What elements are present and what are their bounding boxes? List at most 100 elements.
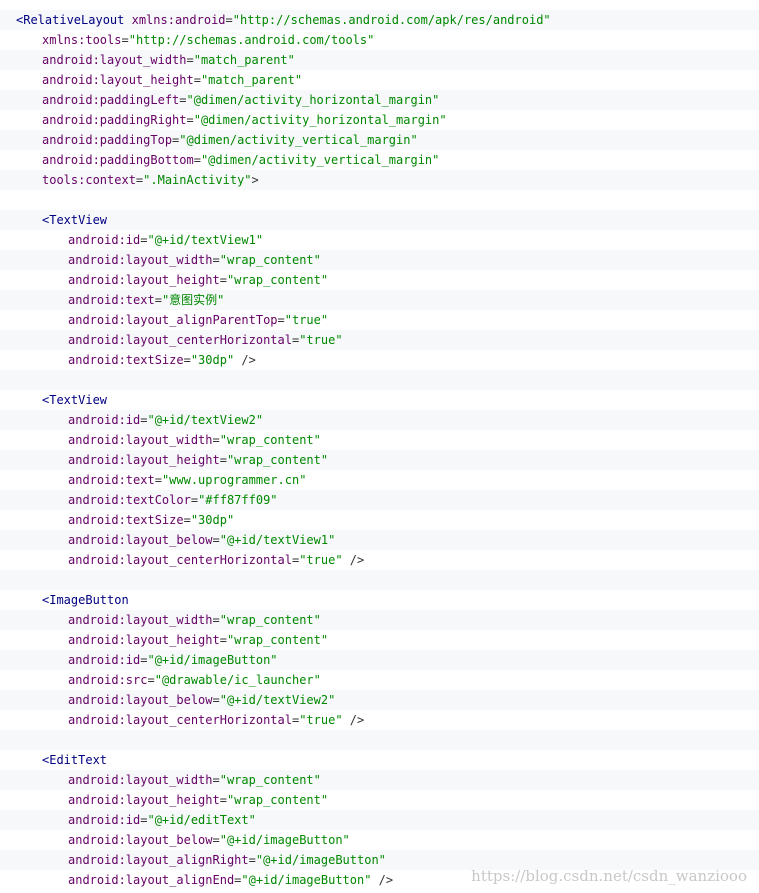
code-line: android:layout_below="@+id/textView1": [0, 530, 759, 550]
code-line: android:layout_alignParentTop="true": [0, 310, 759, 330]
xml-value: "@drawable/ic_launcher": [154, 673, 321, 687]
code-lines: <RelativeLayout xmlns:android="http://sc…: [0, 10, 759, 890]
code-line: android:paddingLeft="@dimen/activity_hor…: [0, 90, 759, 110]
xml-attribute: android:layout_width: [68, 433, 213, 447]
xml-value: "30dp": [190, 353, 235, 367]
xml-attribute: android:id: [68, 233, 141, 247]
xml-attribute: android:id: [68, 413, 141, 427]
code-line: android:layout_height="wrap_content": [0, 790, 759, 810]
code-line: android:layout_width="wrap_content": [0, 250, 759, 270]
xml-attribute: android:layout_centerHorizontal: [68, 333, 292, 347]
xml-attribute: android:textSize: [68, 353, 184, 367]
code-line: android:layout_height="wrap_content": [0, 630, 759, 650]
xml-value: "@+id/imageButton": [255, 853, 386, 867]
xml-value: "@+id/editText": [147, 813, 256, 827]
code-line: android:layout_height="wrap_content": [0, 450, 759, 470]
xml-attribute: android:layout_centerHorizontal: [68, 553, 292, 567]
code-line: android:id="@+id/imageButton": [0, 650, 759, 670]
xml-attribute: android:layout_width: [42, 53, 187, 67]
code-line: android:paddingTop="@dimen/activity_vert…: [0, 130, 759, 150]
code-line: android:id="@+id/textView1": [0, 230, 759, 250]
xml-attribute: android:src: [68, 673, 148, 687]
xml-attribute: android:layout_below: [68, 833, 213, 847]
xml-value: "www.uprogrammer.cn": [161, 473, 307, 487]
xml-value: "wrap_content": [226, 273, 329, 287]
code-line: android:textColor="#ff87ff09": [0, 490, 759, 510]
code-line: android:textSize="30dp": [0, 510, 759, 530]
code-line: android:paddingBottom="@dimen/activity_v…: [0, 150, 759, 170]
code-line: android:text="意图实例": [0, 290, 759, 310]
xml-punctuation: />: [234, 353, 256, 367]
xml-attribute: android:textSize: [68, 513, 184, 527]
xml-value: "wrap_content": [219, 433, 321, 447]
xml-value: "@dimen/activity_vertical_margin": [179, 133, 418, 147]
xml-value: "http://schemas.android.com/tools": [128, 33, 375, 47]
code-line: android:layout_width="match_parent": [0, 50, 759, 70]
code-line: <ImageButton: [0, 590, 759, 610]
xml-value: "wrap_content": [219, 253, 321, 267]
xml-attribute: xmlns:tools: [42, 33, 122, 47]
code-line: android:layout_centerHorizontal="true": [0, 330, 759, 350]
xml-tag: <ImageButton: [42, 593, 129, 607]
code-line: [0, 730, 759, 750]
xml-tag: <TextView: [42, 393, 108, 407]
code-line: [0, 190, 759, 210]
xml-value: "wrap_content": [219, 613, 321, 627]
xml-punctuation: />: [342, 713, 365, 727]
code-line: android:layout_width="wrap_content": [0, 430, 759, 450]
code-line: <TextView: [0, 210, 759, 230]
xml-attribute: android:layout_below: [68, 533, 213, 547]
xml-tag: <EditText: [42, 753, 108, 767]
xml-attribute: android:layout_height: [42, 73, 194, 87]
code-line: android:layout_below="@+id/imageButton": [0, 830, 759, 850]
xml-attribute: android:layout_height: [68, 273, 220, 287]
xml-value: "match_parent": [193, 53, 295, 67]
xml-attribute: xmlns:android: [131, 13, 226, 27]
xml-value: "@+id/imageButton": [219, 833, 350, 847]
code-line: android:src="@drawable/ic_launcher": [0, 670, 759, 690]
xml-value: "@+id/textView2": [219, 693, 336, 707]
code-line: android:id="@+id/textView2": [0, 410, 759, 430]
xml-attribute: android:layout_alignParentTop: [68, 313, 278, 327]
xml-attribute: android:paddingRight: [42, 113, 187, 127]
xml-value: "wrap_content": [226, 453, 329, 467]
code-line: android:id="@+id/editText": [0, 810, 759, 830]
watermark: https://blog.csdn.net/csdn_wanziooo: [471, 867, 747, 885]
xml-attribute: android:layout_height: [68, 453, 220, 467]
xml-attribute: android:layout_width: [68, 253, 213, 267]
xml-value: "#ff87ff09": [198, 493, 278, 507]
xml-value: "@dimen/activity_vertical_margin": [200, 153, 440, 167]
xml-attribute: android:id: [68, 813, 141, 827]
code-line: <TextView: [0, 390, 759, 410]
code-line: [0, 370, 759, 390]
xml-attribute: android:layout_centerHorizontal: [68, 713, 292, 727]
xml-attribute: android:layout_width: [68, 613, 213, 627]
xml-value: "true": [284, 313, 329, 327]
code-line: android:layout_centerHorizontal="true" /…: [0, 710, 759, 730]
xml-attribute: tools:context: [42, 173, 136, 187]
code-line: android:layout_height="match_parent": [0, 70, 759, 90]
code-line: tools:context=".MainActivity">: [0, 170, 759, 190]
xml-punctuation: />: [371, 873, 394, 887]
xml-value: "wrap_content": [226, 793, 329, 807]
code-line: xmlns:tools="http://schemas.android.com/…: [0, 30, 759, 50]
xml-attribute: android:layout_height: [68, 793, 220, 807]
xml-attribute: android:paddingLeft: [42, 93, 180, 107]
code-line: <EditText: [0, 750, 759, 770]
xml-value: "true": [299, 553, 343, 567]
xml-value: "http://schemas.android.com/apk/res/andr…: [232, 13, 551, 27]
code-line: android:paddingRight="@dimen/activity_ho…: [0, 110, 759, 130]
xml-punctuation: >: [251, 173, 259, 187]
xml-value: "match_parent": [200, 73, 303, 87]
xml-value: "意图实例": [161, 293, 225, 307]
xml-value: ".MainActivity": [143, 173, 252, 187]
code-block: <RelativeLayout xmlns:android="http://sc…: [0, 0, 759, 893]
xml-attribute: android:layout_alignEnd: [68, 873, 235, 887]
code-line: android:layout_centerHorizontal="true" /…: [0, 550, 759, 570]
xml-attribute: android:text: [68, 293, 155, 307]
xml-value: "@+id/textView1": [147, 233, 264, 247]
xml-attribute: android:layout_height: [68, 633, 220, 647]
xml-attribute: android:layout_alignRight: [68, 853, 249, 867]
xml-attribute: android:textColor: [68, 493, 191, 507]
code-line: [0, 570, 759, 590]
